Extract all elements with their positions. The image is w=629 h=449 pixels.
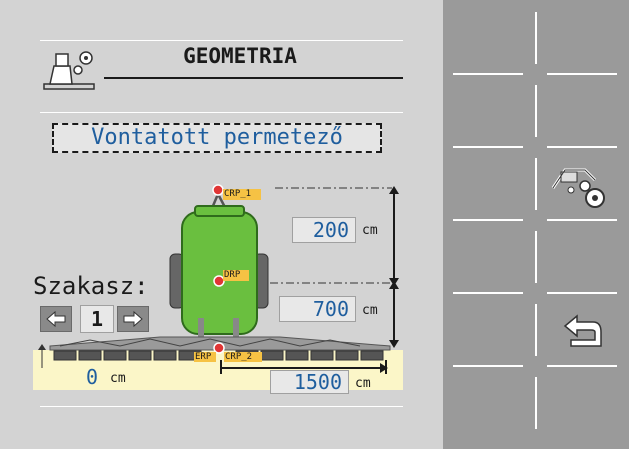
distance-top-field[interactable]: 200: [292, 217, 356, 243]
distance-middle-field[interactable]: 700: [279, 296, 356, 322]
softkey-panel: [443, 0, 629, 449]
distance-lateral-field[interactable]: 1500: [270, 370, 349, 394]
section-prev-button[interactable]: [40, 306, 72, 332]
softkey-6[interactable]: [537, 367, 629, 440]
section-label: Szakasz:: [33, 272, 149, 300]
back-button[interactable]: [537, 294, 629, 367]
softkey-left-5[interactable]: [443, 294, 535, 367]
section-value[interactable]: 1: [80, 305, 114, 333]
softkey-1[interactable]: [537, 0, 629, 73]
softkey-left-4[interactable]: [443, 221, 535, 294]
softkey-left-6[interactable]: [443, 367, 535, 440]
distance-lateral-unit: cm: [355, 376, 371, 391]
return-arrow-icon: [563, 314, 602, 347]
machine-settings-button[interactable]: [537, 148, 629, 221]
section-next-button[interactable]: [117, 306, 149, 332]
footer-rule: [40, 406, 403, 407]
arrow-right-icon: [123, 310, 143, 328]
softkey-left-1[interactable]: [443, 0, 535, 73]
offset-unit: cm: [110, 371, 126, 386]
main-panel: GEOMETRIA Vontatott permetező CRP_1 DRP …: [0, 0, 443, 449]
erp-label: ERP: [195, 352, 212, 362]
sprayer-gear-icon: [551, 168, 605, 208]
offset-value[interactable]: 0: [86, 365, 98, 389]
softkey-2[interactable]: [537, 75, 629, 148]
distance-middle-unit: cm: [362, 303, 378, 318]
softkey-left-2[interactable]: [443, 75, 535, 148]
softkey-4[interactable]: [537, 221, 629, 294]
distance-top-unit: cm: [362, 223, 378, 238]
drp-label: DRP: [224, 270, 241, 280]
crp1-label: CRP_1: [224, 189, 252, 199]
arrow-left-icon: [46, 310, 66, 328]
crp2-label: CRP_2: [225, 352, 253, 362]
softkey-left-3[interactable]: [443, 148, 535, 221]
